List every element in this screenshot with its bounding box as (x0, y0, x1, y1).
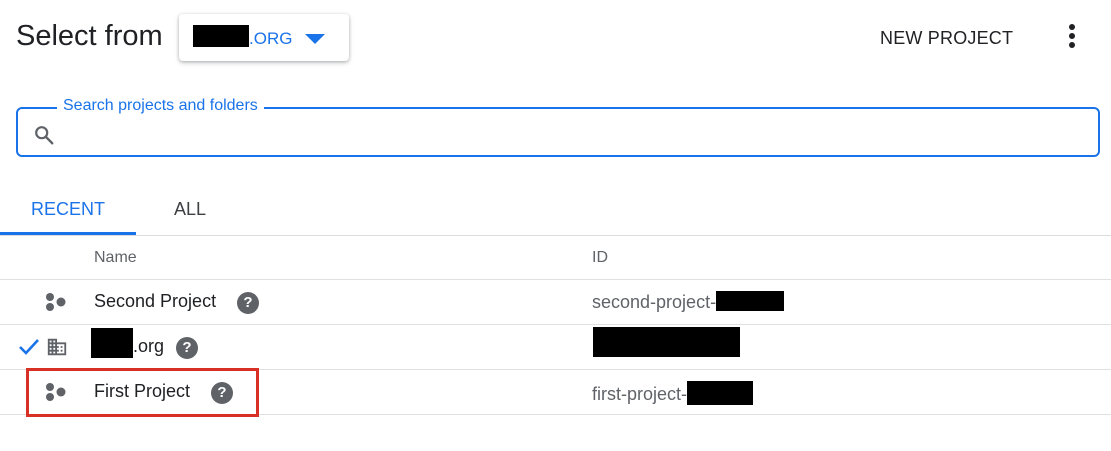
tab-all[interactable]: ALL (140, 197, 240, 235)
row-name[interactable]: Second Project (94, 291, 216, 312)
redacted-id (716, 291, 785, 311)
row-id: first-project- (592, 381, 754, 405)
new-project-button[interactable]: NEW PROJECT (868, 24, 1025, 52)
row-name[interactable]: .org (133, 336, 164, 357)
dropdown-caret-icon (305, 34, 325, 44)
row-id: second-project- (592, 291, 785, 313)
project-icon (46, 293, 66, 311)
org-suffix-label: .ORG (249, 29, 293, 48)
redacted-id (687, 381, 754, 405)
more-vert-icon[interactable] (1060, 23, 1084, 53)
table-row[interactable] (0, 325, 1111, 369)
column-header-name[interactable]: Name (94, 249, 137, 267)
help-icon[interactable]: ? (237, 292, 259, 314)
help-icon[interactable]: ? (176, 337, 198, 359)
tab-recent[interactable]: RECENT (0, 197, 136, 235)
redacted-org-name (91, 328, 133, 358)
organization-selector[interactable]: .ORG (179, 14, 349, 61)
redacted-org-name (193, 25, 249, 47)
check-icon (19, 339, 39, 355)
highlight-box (26, 368, 259, 417)
search-icon (35, 126, 54, 145)
organization-icon (47, 338, 67, 356)
search-input[interactable] (62, 119, 1082, 149)
redacted-id (593, 327, 740, 357)
search-label: Search projects and folders (57, 97, 264, 115)
dialog-title: Select from (16, 20, 163, 52)
tabs-divider (0, 235, 1111, 236)
column-header-id[interactable]: ID (592, 249, 608, 267)
